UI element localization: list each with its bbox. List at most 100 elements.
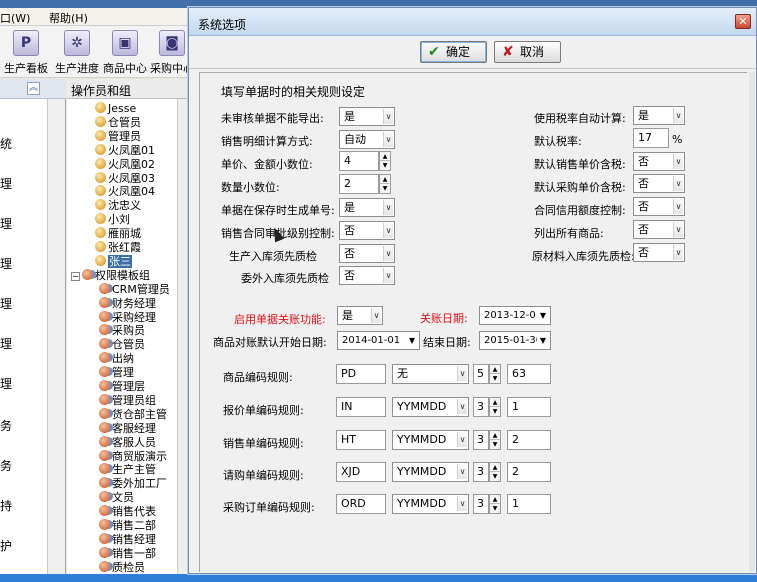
tree-user-node[interactable]: 销售经理 — [99, 532, 156, 547]
tree-user-node[interactable]: 生产主管 — [99, 463, 156, 477]
sales-code-digits-input[interactable]: 3 — [473, 430, 489, 450]
nav-item[interactable]: 务 — [0, 457, 12, 474]
reconcile-start-date-picker[interactable]: 2014-01-01 ▼ — [337, 331, 420, 350]
toolbar-goods-center-button[interactable]: ▣ 商品中心 — [99, 30, 151, 76]
qty-decimals-input[interactable]: 2 — [339, 174, 379, 194]
tree-user-node[interactable]: 火凤凰01 — [95, 143, 155, 158]
tree-user-node[interactable]: 火凤凰03 — [95, 171, 155, 186]
spin-up-icon[interactable]: ▲ — [490, 398, 500, 407]
tree-user-node[interactable]: 管理 — [99, 366, 134, 380]
spin-down-icon[interactable]: ▼ — [380, 161, 390, 170]
nav-item[interactable]: 理 — [0, 215, 12, 232]
goods-code-digits-spinner[interactable]: ▲ ▼ — [489, 364, 501, 384]
quote-code-digits-spinner[interactable]: ▲ ▼ — [489, 397, 501, 417]
tree-user-node[interactable]: 雁丽城 — [95, 227, 141, 241]
default-tax-rate-input[interactable]: 17 — [633, 128, 669, 148]
sales-code-digits-spinner[interactable]: ▲ ▼ — [489, 430, 501, 450]
tree-user-node[interactable]: 采购员 — [99, 324, 145, 338]
contract-approval-select[interactable]: 否 ∨ — [339, 221, 395, 240]
tree-user-node[interactable]: 销售代表 — [99, 505, 156, 519]
spin-down-icon[interactable]: ▼ — [490, 407, 500, 416]
tree-user-node[interactable]: 质检员 — [99, 560, 145, 575]
sales-code-format-select[interactable]: YYMMDD ∨ — [392, 430, 469, 450]
ok-button[interactable]: ✔ 确定 — [420, 41, 487, 63]
left-nav-scrollbar[interactable] — [47, 99, 65, 579]
po-code-format-select[interactable]: YYMMDD ∨ — [392, 494, 469, 514]
auto-tax-select[interactable]: 是 ∨ — [633, 106, 685, 125]
closing-date-picker[interactable]: 2013-12-01 ▼ — [479, 306, 551, 325]
collapse-chevron-icon[interactable]: ︽ — [27, 82, 40, 95]
tree-user-node[interactable]: 小刘 — [95, 213, 130, 227]
spin-up-icon[interactable]: ▲ — [490, 463, 500, 472]
cancel-button[interactable]: ✘ 取消 — [494, 41, 561, 63]
requisition-code-next-input[interactable]: 2 — [507, 462, 551, 482]
tree-user-node[interactable]: 委外加工厂 — [99, 477, 167, 491]
tree-user-node[interactable]: 文员 — [99, 491, 134, 505]
nav-item[interactable]: 护 — [0, 537, 12, 554]
list-all-goods-select[interactable]: 否 ∨ — [633, 220, 685, 239]
tree-user-node[interactable]: 火凤凰02 — [95, 157, 155, 172]
spin-up-icon[interactable]: ▲ — [490, 495, 500, 504]
credit-limit-select[interactable]: 否 ∨ — [633, 197, 685, 216]
tree-user-node[interactable]: 货仓部主管 — [99, 407, 167, 422]
spin-up-icon[interactable]: ▲ — [490, 431, 500, 440]
sales-detail-calc-select[interactable]: 自动 ∨ — [339, 130, 395, 149]
nav-item[interactable]: 务 — [0, 417, 12, 434]
requisition-code-digits-input[interactable]: 3 — [473, 462, 489, 482]
quote-code-next-input[interactable]: 1 — [507, 397, 551, 417]
po-code-digits-input[interactable]: 3 — [473, 494, 489, 514]
price-decimals-spinner[interactable]: ▲ ▼ — [379, 151, 391, 171]
goods-code-next-input[interactable]: 63 — [507, 364, 551, 384]
spin-down-icon[interactable]: ▼ — [490, 472, 500, 481]
nav-item[interactable]: 理 — [0, 335, 12, 352]
tree-user-node[interactable]: 沈忠义 — [95, 199, 141, 213]
spin-down-icon[interactable]: ▼ — [490, 374, 500, 383]
sales-code-prefix-input[interactable]: HT — [336, 430, 386, 450]
collapse-icon[interactable]: − — [71, 271, 80, 281]
spin-down-icon[interactable]: ▼ — [380, 184, 390, 193]
generate-number-on-save-select[interactable]: 是 ∨ — [339, 198, 395, 217]
tree-user-node[interactable]: 财务经理 — [99, 296, 156, 311]
purchase-price-tax-select[interactable]: 否 ∨ — [633, 174, 685, 193]
tree-user-node[interactable]: 仓管员 — [95, 115, 141, 130]
nav-item[interactable]: 理 — [0, 255, 12, 272]
quote-code-digits-input[interactable]: 3 — [473, 397, 489, 417]
nav-item[interactable]: 持 — [0, 497, 12, 514]
sales-code-next-input[interactable]: 2 — [507, 430, 551, 450]
menu-help[interactable]: 帮助(H) — [49, 10, 88, 26]
menu-window[interactable]: 口(W) — [0, 10, 30, 26]
requisition-code-digits-spinner[interactable]: ▲ ▼ — [489, 462, 501, 482]
export-unreviewed-select[interactable]: 是 ∨ — [339, 107, 395, 126]
nav-item[interactable]: 统 — [0, 135, 12, 152]
spin-up-icon[interactable]: ▲ — [490, 365, 500, 374]
tree-user-node[interactable]: 商贸版演示 — [99, 449, 167, 464]
tree-user-node[interactable]: Jesse — [95, 102, 136, 116]
tree-user-node[interactable]: 仓管员 — [99, 338, 145, 352]
production-qc-select[interactable]: 否 ∨ — [339, 244, 395, 263]
requisition-code-format-select[interactable]: YYMMDD ∨ — [392, 462, 469, 482]
toolbar-production-board-button[interactable]: P 生产看板 — [0, 30, 52, 76]
spin-down-icon[interactable]: ▼ — [490, 504, 500, 513]
sales-price-tax-select[interactable]: 否 ∨ — [633, 152, 685, 171]
goods-code-format-select[interactable]: 无 ∨ — [392, 364, 469, 384]
nav-item[interactable]: 理 — [0, 295, 12, 312]
tree-user-node[interactable]: 张红霞 — [95, 241, 141, 255]
quote-code-prefix-input[interactable]: IN — [336, 397, 386, 417]
tree-user-node[interactable]: 张三 — [95, 254, 132, 269]
price-decimals-input[interactable]: 4 — [339, 151, 379, 171]
tree-user-node[interactable]: 销售二部 — [99, 519, 156, 533]
nav-item[interactable]: 理 — [0, 175, 12, 192]
closing-enable-select[interactable]: 是 ∨ — [337, 306, 383, 325]
tree-user-node[interactable]: 火凤凰04 — [95, 185, 155, 199]
tree-user-node[interactable]: 客服经理 — [99, 421, 156, 436]
toolbar-production-progress-button[interactable]: ✲ 生产进度 — [51, 30, 103, 76]
tree-user-node[interactable]: CRM管理员 — [99, 282, 170, 297]
goods-code-prefix-input[interactable]: PD — [336, 364, 386, 384]
tree-user-node[interactable]: 管理员 — [95, 129, 141, 144]
outsource-qc-select[interactable]: 否 ∨ — [339, 266, 395, 285]
tree-user-node[interactable]: 采购经理 — [99, 310, 156, 325]
requisition-code-prefix-input[interactable]: XJD — [336, 462, 386, 482]
goods-code-digits-input[interactable]: 5 — [473, 364, 489, 384]
spin-up-icon[interactable]: ▲ — [380, 152, 390, 161]
tree-group-node[interactable]: − 权限模板组 — [71, 268, 150, 283]
